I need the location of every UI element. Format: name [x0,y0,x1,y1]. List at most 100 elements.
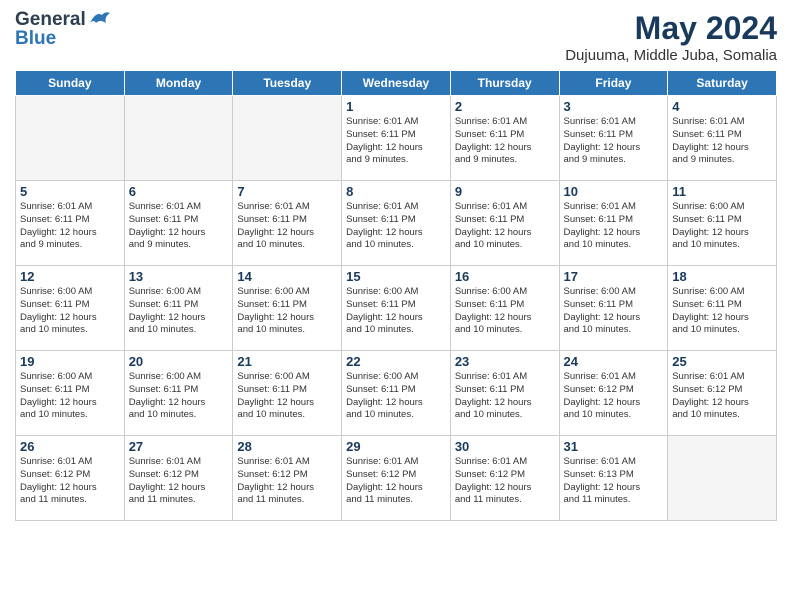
week-row-2: 5 Sunrise: 6:01 AMSunset: 6:11 PMDaylight… [16,181,777,266]
cell-info: Sunrise: 6:01 AMSunset: 6:12 PMDaylight:… [237,456,337,507]
cal-cell: 20Sunrise: 6:00 AMSunset: 6:11 PMDayligh… [124,351,233,436]
days-header-row: SundayMondayTuesdayWednesdayThursdayFrid… [16,71,777,96]
cell-info: Sunrise: 6:01 AMSunset: 6:11 PMDaylight:… [237,201,337,252]
cal-cell: 30 Sunrise: 6:01 AMSunset: 6:12 PMDayligh… [450,436,559,521]
cell-info: Sunrise: 6:01 AMSunset: 6:12 PMDaylight:… [455,456,555,507]
cal-cell: 24 Sunrise: 6:01 AMSunset: 6:12 PMDayligh… [559,351,668,436]
day-number: 5 [20,184,120,199]
day-number: 17 [564,269,664,284]
cell-info: Sunrise: 6:01 AMSunset: 6:12 PMDaylight:… [672,371,772,422]
week-row-4: 19 Sunrise: 6:00 AMSunset: 6:11 PMDayligh… [16,351,777,436]
week-row-3: 12 Sunrise: 6:00 AMSunset: 6:11 PMDayligh… [16,266,777,351]
cal-cell: 23Sunrise: 6:01 AMSunset: 6:11 PMDayligh… [450,351,559,436]
cell-info: Sunrise: 6:00 AMSunset: 6:11 PMDaylight:… [455,286,555,337]
day-header-saturday: Saturday [668,71,777,96]
day-number: 13 [129,269,229,284]
cal-cell: 2Sunrise: 6:01 AMSunset: 6:11 PMDaylight… [450,96,559,181]
cal-cell: 9 Sunrise: 6:01 AMSunset: 6:11 PMDaylight… [450,181,559,266]
cell-info: Sunrise: 6:00 AMSunset: 6:11 PMDaylight:… [20,371,120,422]
day-number: 21 [237,354,337,369]
cal-cell: 16 Sunrise: 6:00 AMSunset: 6:11 PMDayligh… [450,266,559,351]
day-number: 15 [346,269,446,284]
cal-cell: 27 Sunrise: 6:01 AMSunset: 6:12 PMDayligh… [124,436,233,521]
cal-cell: 28 Sunrise: 6:01 AMSunset: 6:12 PMDayligh… [233,436,342,521]
day-number: 8 [346,184,446,199]
day-header-tuesday: Tuesday [233,71,342,96]
cell-info: Sunrise: 6:01 AMSunset: 6:12 PMDaylight:… [20,456,120,507]
cal-cell: 5 Sunrise: 6:01 AMSunset: 6:11 PMDaylight… [16,181,125,266]
cell-info: Sunrise: 6:00 AMSunset: 6:11 PMDaylight:… [672,286,772,337]
week-row-5: 26 Sunrise: 6:01 AMSunset: 6:12 PMDayligh… [16,436,777,521]
cal-cell: 22 Sunrise: 6:00 AMSunset: 6:11 PMDayligh… [342,351,451,436]
cell-info: Sunrise: 6:00 AMSunset: 6:11 PMDaylight:… [672,201,772,252]
day-header-friday: Friday [559,71,668,96]
title-area: May 2024 Dujuuma, Middle Juba, Somalia [565,10,777,64]
cal-cell: 29 Sunrise: 6:01 AMSunset: 6:12 PMDayligh… [342,436,451,521]
cell-info: Sunrise: 6:01 AMSunset: 6:11 PMDaylight:… [129,201,229,252]
cell-info: Sunrise: 6:00 AMSunset: 6:11 PMDaylight:… [346,371,446,422]
cell-info: Sunrise: 6:00 AMSunset: 6:11 PMDaylight:… [237,371,337,422]
cell-info: Sunrise: 6:01 AMSunset: 6:11 PMDaylight:… [564,116,664,167]
cal-cell [668,436,777,521]
cell-info: Sunrise: 6:01 AMSunset: 6:11 PMDaylight:… [346,201,446,252]
cal-cell: 10Sunrise: 6:01 AMSunset: 6:11 PMDayligh… [559,181,668,266]
cal-cell: 12 Sunrise: 6:00 AMSunset: 6:11 PMDayligh… [16,266,125,351]
cal-cell [16,96,125,181]
cell-info: Sunrise: 6:01 AMSunset: 6:11 PMDaylight:… [455,371,555,422]
cell-info: Sunrise: 6:01 AMSunset: 6:11 PMDaylight:… [672,116,772,167]
cal-cell [124,96,233,181]
cal-cell: 19 Sunrise: 6:00 AMSunset: 6:11 PMDayligh… [16,351,125,436]
cell-info: Sunrise: 6:00 AMSunset: 6:11 PMDaylight:… [237,286,337,337]
cell-info: Sunrise: 6:00 AMSunset: 6:11 PMDaylight:… [20,286,120,337]
day-number: 14 [237,269,337,284]
cal-cell: 13Sunrise: 6:00 AMSunset: 6:11 PMDayligh… [124,266,233,351]
day-number: 28 [237,439,337,454]
cell-info: Sunrise: 6:01 AMSunset: 6:13 PMDaylight:… [564,456,664,507]
cal-cell: 7Sunrise: 6:01 AMSunset: 6:11 PMDaylight… [233,181,342,266]
cell-info: Sunrise: 6:01 AMSunset: 6:11 PMDaylight:… [455,201,555,252]
day-number: 6 [129,184,229,199]
day-number: 22 [346,354,446,369]
cell-info: Sunrise: 6:01 AMSunset: 6:12 PMDaylight:… [564,371,664,422]
logo-blue: Blue [15,29,110,50]
cal-cell: 6 Sunrise: 6:01 AMSunset: 6:11 PMDaylight… [124,181,233,266]
calendar-table: SundayMondayTuesdayWednesdayThursdayFrid… [15,70,777,521]
cell-info: Sunrise: 6:01 AMSunset: 6:12 PMDaylight:… [346,456,446,507]
day-number: 24 [564,354,664,369]
day-number: 12 [20,269,120,284]
cell-info: Sunrise: 6:00 AMSunset: 6:11 PMDaylight:… [346,286,446,337]
cal-cell: 4 Sunrise: 6:01 AMSunset: 6:11 PMDaylight… [668,96,777,181]
day-number: 19 [20,354,120,369]
day-number: 29 [346,439,446,454]
day-number: 16 [455,269,555,284]
logo: General Blue [15,10,110,50]
cal-cell: 21 Sunrise: 6:00 AMSunset: 6:11 PMDayligh… [233,351,342,436]
cell-info: Sunrise: 6:01 AMSunset: 6:12 PMDaylight:… [129,456,229,507]
cell-info: Sunrise: 6:01 AMSunset: 6:11 PMDaylight:… [564,201,664,252]
cell-info: Sunrise: 6:01 AMSunset: 6:11 PMDaylight:… [20,201,120,252]
cal-cell [233,96,342,181]
week-row-1: 1 Sunrise: 6:01 AMSunset: 6:11 PMDaylight… [16,96,777,181]
cal-cell: 25 Sunrise: 6:01 AMSunset: 6:12 PMDayligh… [668,351,777,436]
cal-cell: 18Sunrise: 6:00 AMSunset: 6:11 PMDayligh… [668,266,777,351]
day-number: 3 [564,99,664,114]
day-number: 4 [672,99,772,114]
location-subtitle: Dujuuma, Middle Juba, Somalia [565,47,777,64]
day-number: 27 [129,439,229,454]
logo-bird-icon [88,9,110,27]
day-number: 26 [20,439,120,454]
day-number: 30 [455,439,555,454]
day-header-wednesday: Wednesday [342,71,451,96]
cal-cell: 14 Sunrise: 6:00 AMSunset: 6:11 PMDayligh… [233,266,342,351]
day-number: 11 [672,184,772,199]
day-number: 9 [455,184,555,199]
day-number: 31 [564,439,664,454]
page-header: General Blue May 2024 Dujuuma, Middle Ju… [15,10,777,64]
cal-cell: 11 Sunrise: 6:00 AMSunset: 6:11 PMDayligh… [668,181,777,266]
day-header-thursday: Thursday [450,71,559,96]
day-header-monday: Monday [124,71,233,96]
day-number: 1 [346,99,446,114]
cal-cell: 1Sunrise: 6:01 AMSunset: 6:11 PMDaylight… [342,96,451,181]
cell-info: Sunrise: 6:01 AMSunset: 6:11 PMDaylight:… [455,116,555,167]
day-number: 25 [672,354,772,369]
